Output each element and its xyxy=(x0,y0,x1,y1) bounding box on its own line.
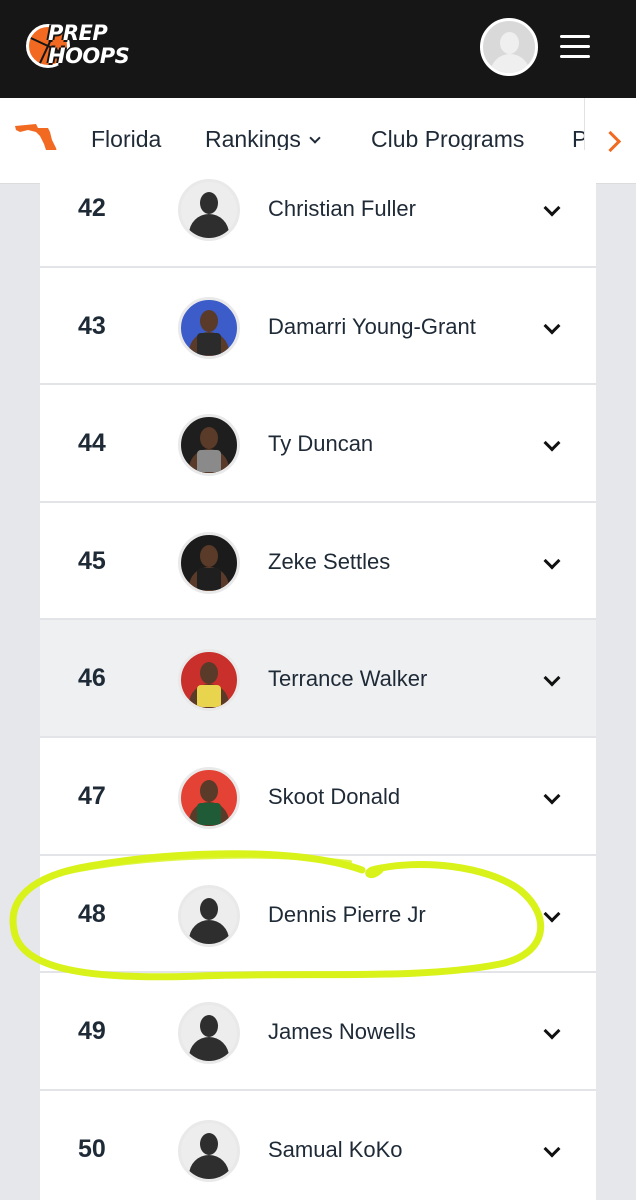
player-name[interactable]: Ty Duncan xyxy=(268,385,373,503)
rank-number: 44 xyxy=(78,429,106,458)
ranking-row[interactable]: 49 James Nowells xyxy=(40,973,596,1091)
chevron-down-icon[interactable] xyxy=(543,317,561,335)
player-placeholder-icon[interactable] xyxy=(178,1002,240,1065)
player-placeholder-icon[interactable] xyxy=(178,1119,240,1182)
player-name[interactable]: Terrance Walker xyxy=(268,620,427,738)
chevron-down-icon[interactable] xyxy=(543,199,561,217)
user-avatar-icon[interactable] xyxy=(480,18,538,76)
chevron-down-icon[interactable] xyxy=(543,787,561,805)
rank-number: 45 xyxy=(78,546,106,575)
player-photo[interactable] xyxy=(178,296,240,359)
player-name[interactable]: Samual KoKo xyxy=(268,1091,403,1200)
nav-item-florida[interactable]: Florida xyxy=(91,126,161,153)
chevron-down-icon[interactable] xyxy=(543,905,561,923)
ranking-row[interactable]: 42 Christian Fuller xyxy=(40,150,596,268)
prep-hoops-logo[interactable]: PREP HOOPS xyxy=(24,20,152,76)
chevron-down-icon[interactable] xyxy=(543,1022,561,1040)
player-photo[interactable] xyxy=(178,649,240,712)
rank-number: 43 xyxy=(78,311,106,340)
hamburger-menu-icon[interactable] xyxy=(560,33,592,61)
chevron-down-icon xyxy=(309,132,321,144)
ranking-row[interactable]: 43 Damarri Young-Grant xyxy=(40,267,596,386)
player-placeholder-icon[interactable] xyxy=(178,179,240,241)
rank-number: 50 xyxy=(78,1134,106,1163)
ranking-row[interactable]: 46 Terrance Walker xyxy=(40,620,596,738)
ranking-row[interactable]: 47 Skoot Donald xyxy=(40,737,596,856)
chevron-down-icon[interactable] xyxy=(543,552,561,570)
nav-item-rankings[interactable]: Rankings xyxy=(205,126,321,153)
chevron-down-icon[interactable] xyxy=(543,1140,561,1158)
player-name[interactable]: Damarri Young-Grant xyxy=(268,268,476,386)
rank-number: 42 xyxy=(78,194,106,222)
player-name[interactable]: Skoot Donald xyxy=(268,738,400,856)
player-name[interactable]: Christian Fuller xyxy=(268,150,416,268)
logo-text: PREP HOOPS xyxy=(48,21,130,68)
ranking-row[interactable]: 44 Ty Duncan xyxy=(40,385,596,503)
player-photo[interactable] xyxy=(178,414,240,477)
player-name[interactable]: James Nowells xyxy=(268,973,416,1091)
player-photo[interactable] xyxy=(178,766,240,829)
nav-item-club-programs[interactable]: Club Programs xyxy=(371,126,524,153)
rankings-list: 42 Christian Fuller 43 Damarri Young-Grant 4… xyxy=(40,150,596,1200)
logo-line-1: PREP xyxy=(48,21,108,45)
chevron-down-icon[interactable] xyxy=(543,669,561,687)
rank-number: 47 xyxy=(78,781,106,810)
player-photo[interactable] xyxy=(178,531,240,594)
player-name[interactable]: Zeke Settles xyxy=(268,503,390,621)
rank-number: 49 xyxy=(78,1017,106,1046)
top-bar: PREP HOOPS xyxy=(0,0,636,98)
chevron-down-icon[interactable] xyxy=(543,434,561,452)
rank-number: 48 xyxy=(78,899,106,928)
ranking-row[interactable]: 50 Samual KoKo xyxy=(40,1090,596,1200)
ranking-row[interactable]: 45 Zeke Settles xyxy=(40,502,596,621)
player-name[interactable]: Dennis Pierre Jr xyxy=(268,856,426,974)
logo-line-2: HOOPS xyxy=(48,44,130,68)
ranking-row[interactable]: 48 Dennis Pierre Jr xyxy=(40,855,596,974)
rank-number: 46 xyxy=(78,664,106,693)
player-placeholder-icon[interactable] xyxy=(178,884,240,947)
